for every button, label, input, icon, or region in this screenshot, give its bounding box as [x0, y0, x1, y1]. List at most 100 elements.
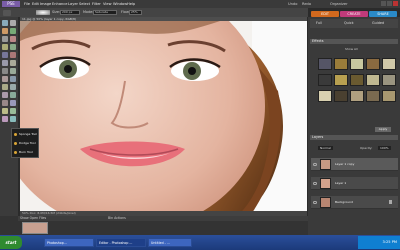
effect-thumbnail[interactable] — [334, 58, 348, 70]
tool-button-icon[interactable] — [2, 20, 8, 26]
mode-select[interactable]: Saturate — [93, 10, 117, 15]
tool-button-icon[interactable] — [10, 28, 16, 34]
redo-button[interactable]: Redo — [302, 1, 311, 7]
open-file-thumbnail[interactable] — [22, 222, 48, 234]
effect-thumbnail[interactable] — [350, 74, 364, 86]
menu-window[interactable]: Window — [113, 1, 127, 7]
eye-icon[interactable] — [313, 182, 317, 185]
flow-field[interactable]: 25% — [129, 10, 142, 15]
window-controls — [380, 1, 398, 7]
tool-button-icon[interactable] — [10, 68, 16, 74]
effect-thumbnail[interactable] — [334, 90, 348, 102]
flyout-item-burn[interactable]: Burn Tool — [14, 150, 33, 154]
taskbar-item[interactable]: Editor - Photoshop ... — [96, 238, 146, 247]
tool-button-icon[interactable] — [2, 116, 8, 122]
effect-thumbnail[interactable] — [382, 90, 396, 102]
bin-actions-button[interactable]: Bin Actions — [108, 216, 126, 221]
system-tray-clock: 3:25 PM — [358, 236, 400, 249]
maximize-icon[interactable] — [387, 1, 392, 6]
tool-button-icon[interactable] — [2, 84, 8, 90]
tool-button-icon[interactable] — [2, 76, 8, 82]
subtab-guided[interactable]: Guided — [372, 21, 384, 25]
taskbar-item[interactable]: Photoshop... — [44, 238, 94, 247]
subtab-full[interactable]: Full — [316, 21, 322, 25]
tool-button-icon[interactable] — [2, 52, 8, 58]
layer-row[interactable]: Background — [311, 196, 398, 209]
flyout-item-sponge[interactable]: Sponge Tool — [14, 132, 37, 136]
tool-button-icon[interactable] — [10, 84, 16, 90]
tool-button-icon[interactable] — [10, 36, 16, 42]
organizer-button[interactable]: Organizer — [330, 1, 348, 7]
tool-button-icon[interactable] — [10, 20, 16, 26]
menu-help[interactable]: Help — [127, 1, 135, 7]
tool-button-icon[interactable] — [10, 76, 16, 82]
menu-edit[interactable]: Edit — [32, 1, 39, 7]
effect-thumbnail[interactable] — [318, 90, 332, 102]
effect-thumbnail[interactable] — [318, 74, 332, 86]
tool-button-icon[interactable] — [2, 108, 8, 114]
menu-filter[interactable]: Filter — [92, 1, 101, 7]
opacity-field[interactable]: 100% — [378, 146, 391, 150]
effects-grid — [318, 58, 396, 120]
tool-button-icon[interactable] — [2, 68, 8, 74]
effect-thumbnail[interactable] — [366, 58, 380, 70]
menu-file[interactable]: File — [24, 1, 30, 7]
tool-button-icon[interactable] — [10, 60, 16, 66]
apply-effect-button[interactable]: Apply — [375, 127, 391, 132]
layer-thumbnail — [320, 159, 331, 170]
portrait-photo — [20, 21, 307, 211]
tool-button-icon[interactable] — [2, 36, 8, 42]
sponge-tool-icon[interactable] — [3, 10, 11, 16]
menu-layer[interactable]: Layer — [68, 1, 78, 7]
taskbar-item[interactable]: Untitled - ... — [148, 238, 192, 247]
start-button[interactable]: start — [0, 236, 22, 249]
edit-subtabs: Full Quick Guided — [310, 19, 398, 28]
effect-thumbnail[interactable] — [350, 58, 364, 70]
tool-button-icon[interactable] — [10, 116, 16, 122]
tool-button-icon[interactable] — [2, 44, 8, 50]
undo-button[interactable]: Undo — [288, 1, 297, 7]
lock-icon — [389, 200, 392, 204]
menu-select[interactable]: Select — [79, 1, 90, 7]
menu-view[interactable]: View — [103, 1, 112, 7]
effect-thumbnail[interactable] — [350, 90, 364, 102]
project-bin-header: Show Open Files Bin Actions — [18, 216, 308, 221]
opacity-label: Opacity: — [360, 146, 373, 150]
effects-panel-header[interactable]: Effects — [310, 39, 398, 44]
blend-mode-select[interactable]: Normal — [318, 146, 333, 150]
tool-button-icon[interactable] — [10, 92, 16, 98]
effect-thumbnail[interactable] — [318, 58, 332, 70]
effect-thumbnail[interactable] — [366, 90, 380, 102]
tool-button-icon[interactable] — [10, 100, 16, 106]
effect-thumbnail[interactable] — [382, 58, 396, 70]
effects-filter-select[interactable]: Show All — [345, 47, 358, 51]
brush-preset-swatch[interactable] — [36, 10, 50, 15]
tool-button-icon[interactable] — [2, 28, 8, 34]
subtab-quick[interactable]: Quick — [344, 21, 354, 25]
image-canvas[interactable] — [20, 21, 307, 211]
menu-image[interactable]: Image — [40, 1, 51, 7]
size-field[interactable]: 200 px — [60, 10, 80, 15]
eye-icon[interactable] — [313, 163, 317, 166]
effect-thumbnail[interactable] — [366, 74, 380, 86]
tool-button-icon[interactable] — [10, 52, 16, 58]
layer-row[interactable]: Layer 1 — [311, 177, 398, 190]
tool-button-icon[interactable] — [2, 100, 8, 106]
layers-panel-header[interactable]: Layers — [310, 135, 398, 140]
close-icon[interactable] — [393, 1, 398, 6]
tool-button-icon[interactable] — [10, 108, 16, 114]
effect-thumbnail[interactable] — [334, 74, 348, 86]
flyout-item-dodge[interactable]: Dodge Tool — [14, 141, 36, 145]
show-open-files-select[interactable]: Show Open Files — [20, 216, 46, 221]
layer-name: Layer 1 copy — [335, 162, 355, 166]
tool-button-icon[interactable] — [2, 60, 8, 66]
tool-button-icon[interactable] — [2, 92, 8, 98]
eye-icon[interactable] — [313, 201, 317, 204]
minimize-icon[interactable] — [381, 1, 386, 6]
tool-button-icon[interactable] — [10, 44, 16, 50]
sponge-icon — [14, 132, 17, 136]
menu-enhance[interactable]: Enhance — [52, 1, 68, 7]
effect-thumbnail[interactable] — [382, 74, 396, 86]
layer-name: Layer 1 — [335, 181, 347, 185]
layer-row[interactable]: Layer 1 copy — [311, 158, 398, 171]
